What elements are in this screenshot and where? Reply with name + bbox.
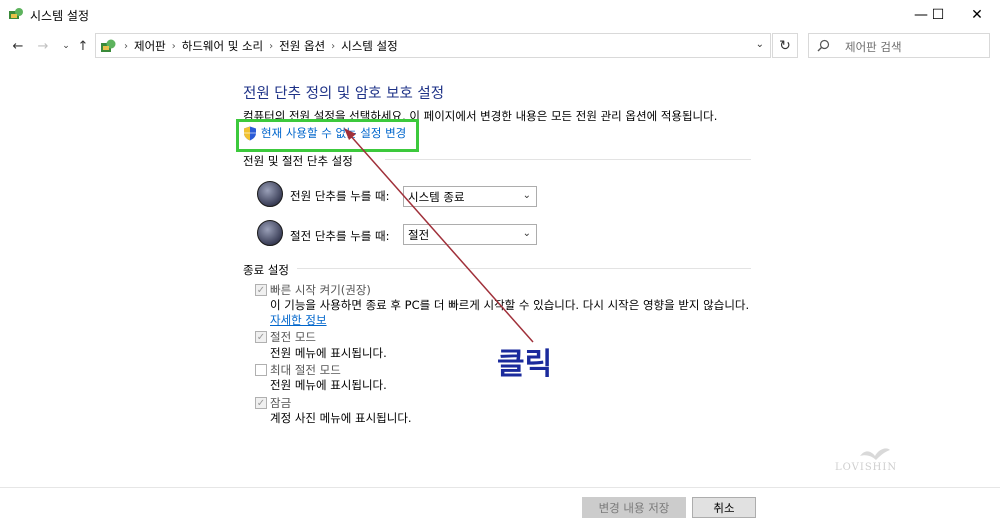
power-button-label: 전원 단추를 누를 때: [290, 189, 390, 203]
refresh-icon: ↻ [779, 37, 791, 54]
search-input[interactable]: 제어판 검색 [808, 33, 990, 58]
power-button-value: 시스템 종료 [408, 190, 465, 204]
breadcrumb-item[interactable]: 전원 옵션 [279, 38, 325, 54]
control-panel-icon [101, 39, 116, 52]
sleep-button-select[interactable]: 절전 ⌄ [403, 224, 537, 245]
forward-arrow-icon[interactable]: → [35, 38, 51, 54]
more-info-link[interactable]: 자세한 정보 [270, 312, 327, 328]
content-area: 전원 단추 정의 및 암호 보호 설정 컴퓨터의 전원 설정을 선택하세요. 이… [0, 62, 1000, 487]
breadcrumb-item[interactable]: 하드웨어 및 소리 [182, 38, 263, 54]
window-title: 시스템 설정 [30, 9, 90, 23]
power-button-select[interactable]: 시스템 종료 ⌄ [403, 186, 537, 207]
address-bar[interactable]: › 제어판 › 하드웨어 및 소리 › 전원 옵션 › 시스템 설정 ⌄ [95, 33, 771, 58]
lock-description: 계정 사진 메뉴에 표시됩니다. [270, 411, 412, 425]
search-icon [817, 39, 830, 52]
footer-bar: 변경 내용 저장 취소 [0, 487, 1000, 527]
section-divider [297, 268, 751, 269]
chevron-right-icon: › [269, 40, 274, 52]
recent-chevron-icon[interactable]: ⌄ [58, 38, 74, 54]
cancel-button[interactable]: 취소 [692, 497, 756, 518]
breadcrumb-item[interactable]: 시스템 설정 [341, 38, 398, 54]
chevron-down-icon: ⌄ [522, 228, 531, 239]
sleep-button-value: 절전 [408, 228, 430, 242]
chevron-down-icon[interactable]: ⌄ [756, 39, 764, 50]
power-button-icon [257, 181, 283, 207]
chevron-down-icon: ⌄ [522, 190, 531, 201]
hibernate-checkbox[interactable]: 최대 절전 모드 [255, 362, 341, 378]
watermark-text: LOVISHIN [835, 462, 898, 473]
close-button[interactable]: ✕ [954, 0, 1000, 30]
address-row: ← → ⌄ ↑ › 제어판 › 하드웨어 및 소리 › 전원 옵션 › 시스템 … [0, 30, 1000, 62]
annotation-text: 클릭 [497, 347, 553, 382]
checkmark-icon: ✓ [255, 397, 267, 409]
sleep-button-label: 절전 단추를 누를 때: [290, 229, 390, 243]
power-section-heading: 전원 및 절전 단추 설정 [243, 154, 353, 168]
search-placeholder: 제어판 검색 [845, 40, 902, 54]
title-bar: 시스템 설정 — ☐ ✕ [0, 0, 1000, 30]
save-changes-button[interactable]: 변경 내용 저장 [582, 497, 686, 518]
hibernate-description: 전원 메뉴에 표시됩니다. [270, 378, 387, 392]
highlight-box [236, 119, 419, 152]
control-panel-icon [9, 8, 23, 19]
breadcrumb: › 제어판 › 하드웨어 및 소리 › 전원 옵션 › 시스템 설정 [118, 38, 398, 54]
up-arrow-icon[interactable]: ↑ [75, 38, 91, 54]
checkmark-icon: ✓ [255, 284, 267, 296]
checkmark-icon: ✓ [255, 331, 267, 343]
fast-startup-description: 이 기능을 사용하면 종료 후 PC를 더 빠르게 시작할 수 있습니다. 다시… [270, 298, 750, 312]
chevron-right-icon: › [171, 40, 176, 52]
lock-checkbox[interactable]: ✓ 잠금 [255, 395, 291, 411]
shutdown-section-heading: 종료 설정 [243, 263, 289, 277]
page-title: 전원 단추 정의 및 암호 보호 설정 [243, 86, 445, 102]
refresh-button[interactable]: ↻ [772, 33, 798, 58]
sleep-mode-checkbox[interactable]: ✓ 절전 모드 [255, 329, 316, 345]
sleep-mode-description: 전원 메뉴에 표시됩니다. [270, 346, 387, 360]
chevron-right-icon: › [124, 40, 128, 52]
section-divider [385, 159, 751, 160]
back-arrow-icon[interactable]: ← [10, 38, 26, 54]
breadcrumb-item[interactable]: 제어판 [134, 38, 166, 54]
chevron-right-icon: › [331, 40, 336, 52]
sleep-button-icon [257, 220, 283, 246]
fast-startup-checkbox[interactable]: ✓ 빠른 시작 켜기(권장) [255, 282, 371, 298]
